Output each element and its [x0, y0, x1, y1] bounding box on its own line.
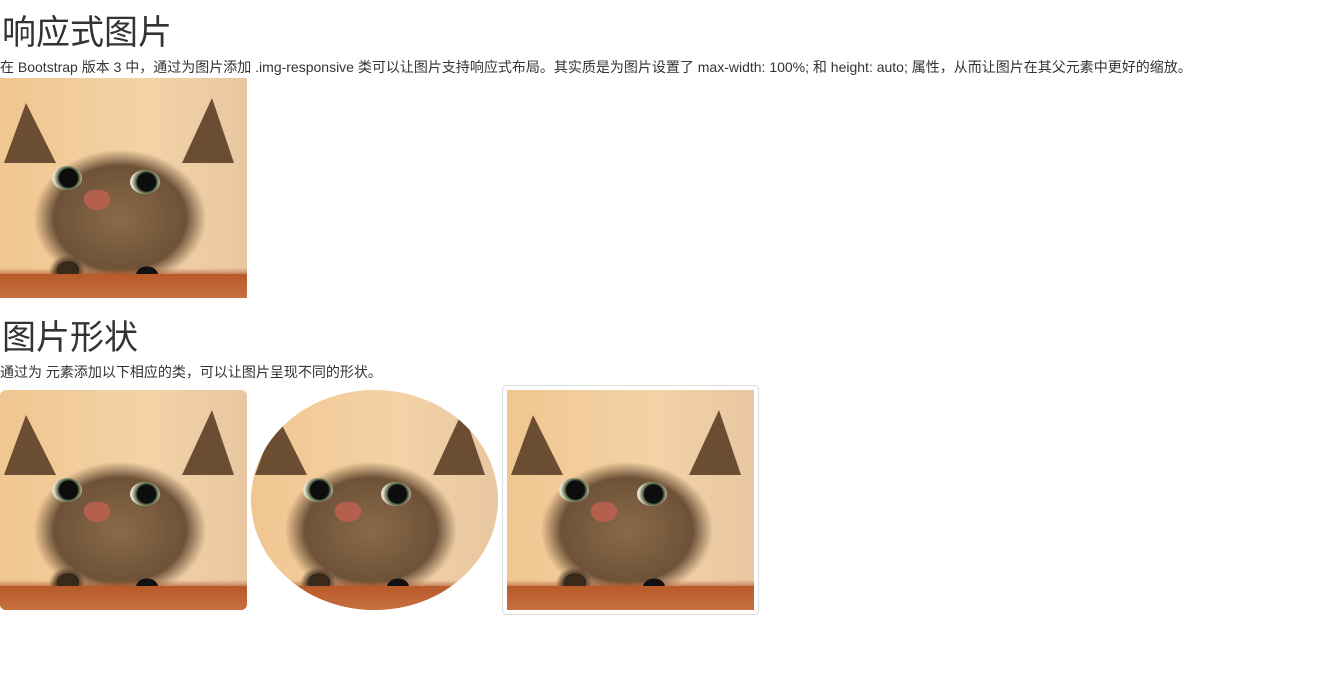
cat-image-thumbnail [502, 385, 759, 615]
responsive-description: 在 Bootstrap 版本 3 中，通过为图片添加 .img-responsi… [0, 59, 1192, 75]
cat-image-circle [251, 390, 498, 610]
heading-responsive-images: 响应式图片 [2, 13, 172, 53]
shapes-description: 通过为 元素添加以下相应的类，可以让图片呈现不同的形状。 [0, 364, 382, 380]
image-shapes-row [0, 385, 1318, 615]
cat-image-responsive [0, 78, 247, 298]
cat-image-rounded [0, 390, 247, 610]
heading-image-shapes: 图片形状 [2, 318, 138, 358]
